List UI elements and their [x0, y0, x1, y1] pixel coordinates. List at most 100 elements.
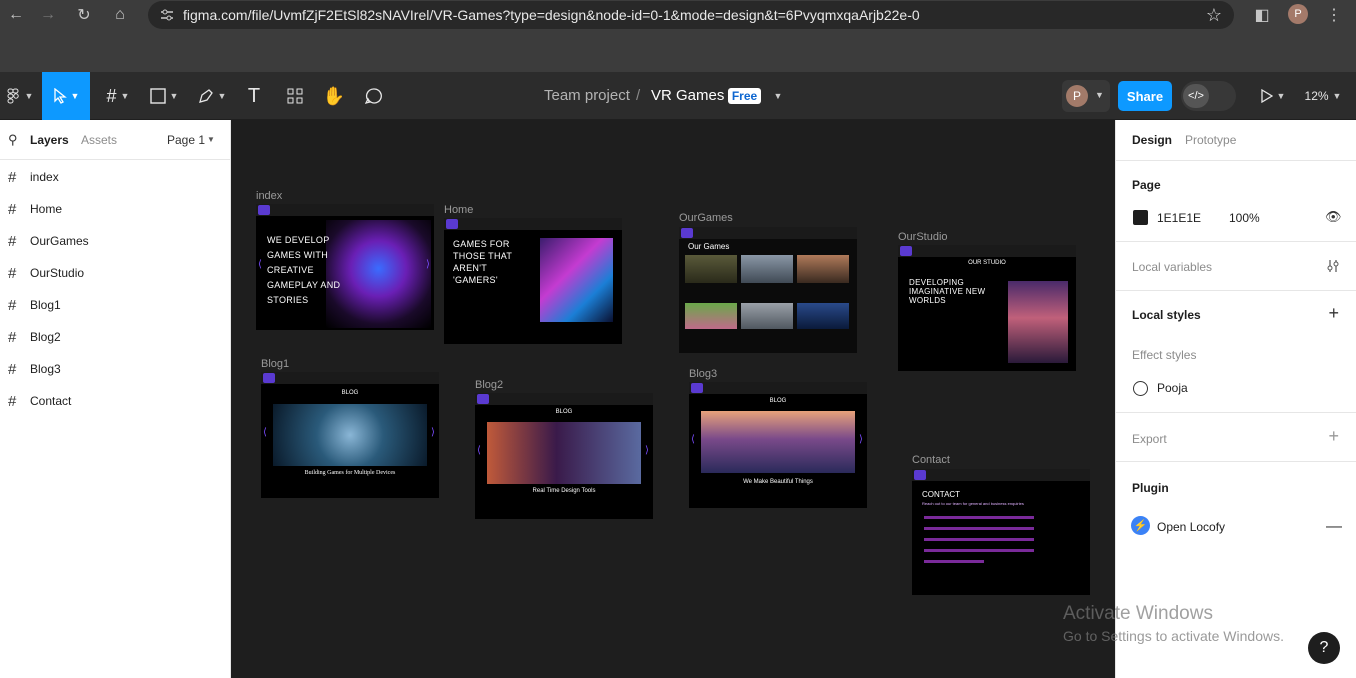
browser-chrome: ← → ↻ ⌂ figma.com/file/UvmfZjF2EtSl82sNA…	[0, 0, 1356, 72]
frame-label-ourgames[interactable]: OurGames	[679, 212, 733, 224]
chevron-down-icon[interactable]: ▼	[1095, 90, 1104, 100]
remove-plugin-icon[interactable]: —	[1326, 518, 1342, 536]
layer-item-index[interactable]: # index	[0, 161, 230, 193]
carousel-left-icon: ⟨	[691, 434, 695, 445]
logo	[477, 394, 489, 404]
frame-tool-button[interactable]: # ▼	[98, 72, 138, 120]
bookmark-star-icon[interactable]: ☆	[1206, 5, 1222, 26]
frame-blog3[interactable]: BLOG We Make Beautiful Things ⟨ ⟩	[689, 382, 867, 508]
file-menu-chevron-icon[interactable]: ▼	[770, 72, 786, 120]
url-text: figma.com/file/UvmfZjF2EtSl82sNAVIrel/VR…	[183, 7, 920, 23]
frame-label-home[interactable]: Home	[444, 204, 473, 216]
present-button[interactable]: ▼	[1256, 72, 1290, 120]
layer-item-ourstudio[interactable]: # OurStudio	[0, 257, 230, 289]
frame-label-ourstudio[interactable]: OurStudio	[898, 231, 948, 243]
add-style-icon[interactable]: +	[1328, 303, 1339, 324]
main-menu-button[interactable]: ▼	[0, 72, 40, 120]
layer-item-ourgames[interactable]: # OurGames	[0, 225, 230, 257]
fantasy-city-image	[1008, 281, 1068, 363]
chevron-down-icon: ▼	[1276, 91, 1286, 101]
logo	[258, 205, 270, 215]
carousel-right-icon: ⟩	[645, 445, 649, 456]
layer-item-blog1[interactable]: # Blog1	[0, 289, 230, 321]
share-button[interactable]: Share	[1118, 81, 1172, 111]
resources-button[interactable]	[280, 72, 310, 120]
frame-label-blog3[interactable]: Blog3	[689, 368, 717, 380]
sidebar-icon[interactable]: ◧	[1250, 3, 1274, 27]
layer-item-contact[interactable]: # Contact	[0, 385, 230, 417]
comment-tool-button[interactable]	[360, 72, 388, 120]
hand-tool-button[interactable]: ✋	[320, 72, 348, 120]
browser-menu-icon[interactable]: ⋮	[1322, 3, 1346, 27]
plugin-item[interactable]: Open Locofy	[1157, 520, 1225, 534]
tab-prototype[interactable]: Prototype	[1185, 133, 1236, 147]
frame-icon: #	[8, 200, 17, 218]
ourstudio-heading: OUR STUDIO	[968, 260, 1006, 266]
frame-home[interactable]: GAMES FOR THOSE THAT AREN'T 'GAMERS' ​	[444, 218, 622, 344]
browser-profile-avatar[interactable]: P	[1288, 4, 1308, 24]
index-hero-text: WE DEVELOP GAMES WITH CREATIVE GAMEPLAY …	[267, 235, 341, 305]
local-styles-title: Local styles	[1132, 308, 1201, 322]
layer-item-blog2[interactable]: # Blog2	[0, 321, 230, 353]
frame-nav	[261, 372, 439, 384]
design-canvas[interactable]: index WE DEVELOP GAMES WITH CREATIVE GAM…	[231, 120, 1115, 678]
page-section: Page 1E1E1E 100% 👁	[1116, 161, 1356, 242]
logo	[900, 246, 912, 256]
frame-label-blog1[interactable]: Blog1	[261, 358, 289, 370]
forward-icon[interactable]: →	[36, 3, 60, 27]
address-bar[interactable]: figma.com/file/UvmfZjF2EtSl82sNAVIrel/VR…	[148, 1, 1234, 29]
shape-tool-button[interactable]: ▼	[144, 72, 184, 120]
breadcrumb-team[interactable]: Team project	[544, 87, 630, 104]
frame-icon: #	[8, 360, 17, 378]
chevron-down-icon[interactable]: ▼	[207, 135, 215, 144]
export-label[interactable]: Export	[1132, 432, 1167, 446]
help-button[interactable]: ?	[1308, 632, 1340, 664]
frame-label-blog2[interactable]: Blog2	[475, 379, 503, 391]
contact-line	[924, 549, 1034, 552]
file-name[interactable]: VR Games	[651, 87, 724, 104]
home-icon[interactable]: ⌂	[108, 3, 132, 27]
tab-layers[interactable]: Layers	[30, 133, 69, 147]
frame-label-index[interactable]: index	[256, 190, 282, 202]
logo	[691, 383, 703, 393]
page-color-value[interactable]: 1E1E1E	[1157, 211, 1201, 225]
frame-label-contact[interactable]: Contact	[912, 454, 950, 466]
logo	[446, 219, 458, 229]
local-variables-section: Local variables	[1116, 242, 1356, 291]
frame-nav	[912, 469, 1090, 481]
frame-index[interactable]: WE DEVELOP GAMES WITH CREATIVE GAMEPLAY …	[256, 204, 434, 330]
text-icon: T	[247, 84, 261, 107]
layer-name: Blog2	[30, 330, 61, 344]
search-icon[interactable]: ⚲	[8, 132, 18, 148]
variables-settings-icon[interactable]	[1326, 259, 1340, 273]
layer-item-blog3[interactable]: # Blog3	[0, 353, 230, 385]
panel-tabs: ⚲ Layers Assets Page 1 ▼	[0, 120, 230, 160]
carousel-left-icon: ⟨	[258, 259, 262, 270]
zoom-menu[interactable]: 12% ▼	[1298, 72, 1348, 120]
page-selector[interactable]: Page 1	[167, 133, 205, 147]
tab-design[interactable]: Design	[1132, 133, 1172, 147]
local-variables-label[interactable]: Local variables	[1132, 260, 1212, 274]
page-color-swatch[interactable]	[1133, 210, 1148, 225]
user-avatar[interactable]: P	[1066, 85, 1088, 107]
frame-blog2[interactable]: BLOG Real Time Design Tools ⟨ ⟩	[475, 393, 653, 519]
layer-item-home[interactable]: # Home	[0, 193, 230, 225]
frame-ourstudio[interactable]: OUR STUDIO DEVELOPING IMAGINATIVE NEW WO…	[898, 245, 1076, 371]
frame-blog1[interactable]: BLOG Building Games for Multiple Devices…	[261, 372, 439, 498]
move-tool-button[interactable]: ▼	[42, 72, 90, 120]
pen-tool-button[interactable]: ▼	[192, 72, 232, 120]
effect-style-item[interactable]: Pooja	[1157, 381, 1188, 395]
reload-icon[interactable]: ↻	[72, 3, 96, 27]
frame-contact[interactable]: CONTACT Reach out to our team for genera…	[912, 469, 1090, 595]
layer-name: Home	[30, 202, 63, 216]
visibility-eye-icon[interactable]: 👁	[1325, 209, 1342, 225]
tab-assets[interactable]: Assets	[81, 133, 117, 147]
site-settings-icon[interactable]	[160, 8, 174, 22]
text-tool-button[interactable]: T	[238, 72, 270, 120]
back-icon[interactable]: ←	[4, 3, 28, 27]
add-export-icon[interactable]: +	[1328, 426, 1339, 447]
page-opacity-value[interactable]: 100%	[1229, 211, 1260, 225]
frame-ourgames[interactable]: Our Games	[679, 227, 857, 353]
game-thumb	[741, 255, 793, 283]
ourstudio-hero-text: DEVELOPING IMAGINATIVE NEW WORLDS	[909, 278, 986, 305]
